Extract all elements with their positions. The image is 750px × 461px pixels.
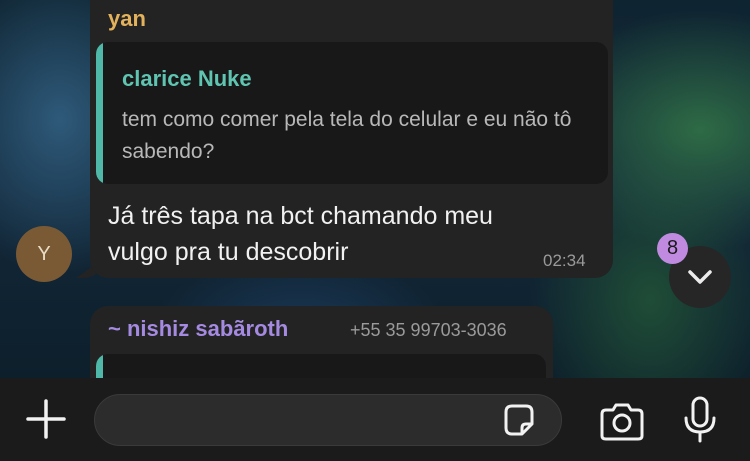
- message-timestamp: 02:34: [543, 251, 586, 270]
- sender-phone: +55 35 99703-3036: [350, 320, 507, 340]
- chevron-down-icon: [688, 270, 712, 284]
- quoted-text: tem como comer pela tela do celular e eu…: [122, 108, 572, 163]
- quote-accent-bar: [96, 42, 103, 184]
- quoted-author: clarice Nuke: [122, 66, 252, 91]
- quoted-message[interactable]: clarice Nuke tem como comer pela tela do…: [96, 42, 608, 184]
- sticker-icon[interactable]: [500, 402, 538, 440]
- sender-name[interactable]: ~ nishiz sabãroth: [108, 316, 288, 342]
- camera-icon[interactable]: [598, 402, 646, 442]
- plus-icon[interactable]: [24, 397, 68, 441]
- sender-name[interactable]: yan: [108, 6, 146, 32]
- unread-badge: 8: [657, 233, 688, 264]
- avatar[interactable]: Y: [16, 226, 72, 282]
- message-text: Já três tapa na bct chamando meu vulgo p…: [108, 202, 493, 266]
- microphone-icon[interactable]: [682, 396, 718, 444]
- message-input[interactable]: [94, 394, 562, 446]
